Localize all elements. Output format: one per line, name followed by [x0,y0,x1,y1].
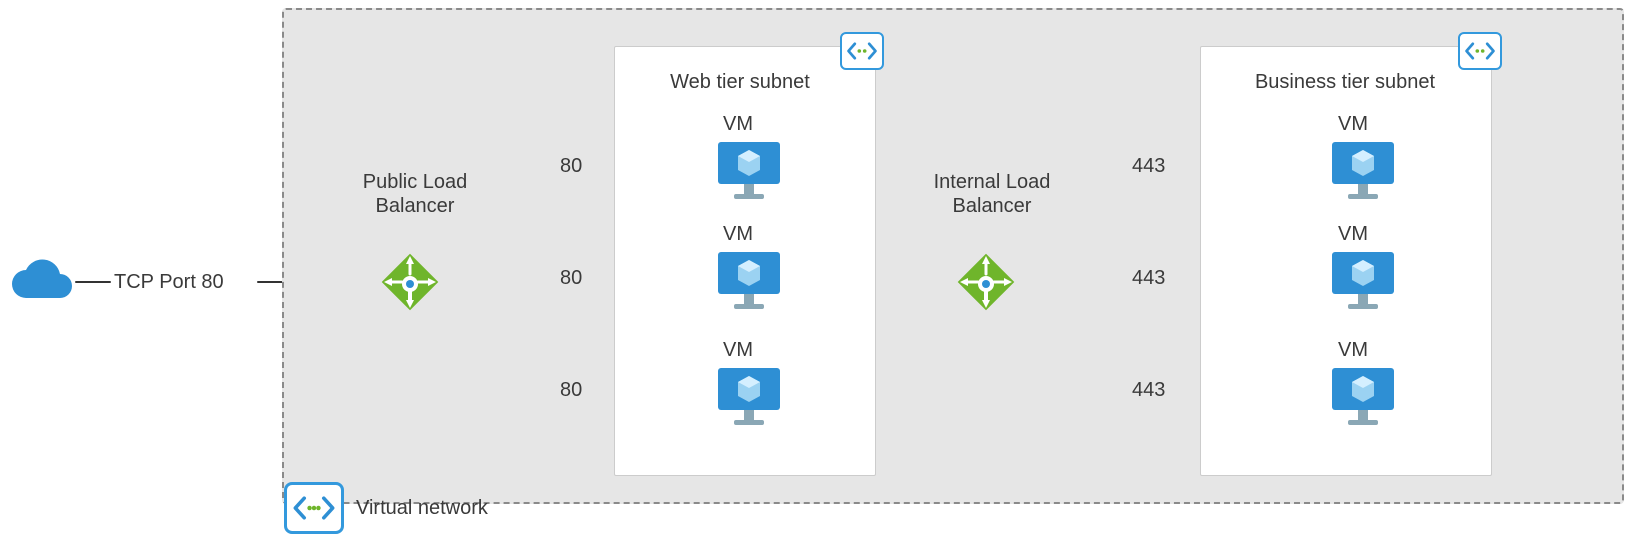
subnet-badge-icon [1458,32,1502,70]
internal-load-balancer-icon [954,250,1018,314]
business-subnet-title: Business tier subnet [1220,70,1470,94]
vnet-badge-icon [284,482,344,534]
port-label-web-3: 80 [556,378,586,402]
port-label-biz-2: 443 [1128,266,1169,290]
port-label-web-2: 80 [556,266,586,290]
vm-label-web-3: VM [723,338,753,362]
vm-icon [716,140,782,200]
subnet-badge-icon [840,32,884,70]
diagram-canvas: TCP Port 80 Public Load Balancer 80 80 8… [0,0,1628,556]
vm-label-biz-3: VM [1338,338,1368,362]
vm-label-biz-1: VM [1338,112,1368,136]
public-load-balancer-icon [378,250,442,314]
vm-icon [1330,140,1396,200]
vm-icon [1330,366,1396,426]
vm-icon [716,366,782,426]
vm-label-biz-2: VM [1338,222,1368,246]
port-label-biz-3: 443 [1128,378,1169,402]
port-label-web-1: 80 [556,154,586,178]
vm-icon [716,250,782,310]
vm-icon [1330,250,1396,310]
vm-label-web-2: VM [723,222,753,246]
web-subnet-title: Web tier subnet [630,70,850,94]
cloud-port-label: TCP Port 80 [114,270,224,294]
internal-lb-label: Internal Load Balancer [912,170,1072,218]
cloud-icon [10,258,74,300]
vnet-label: Virtual network [356,496,488,520]
port-label-biz-1: 443 [1128,154,1169,178]
public-lb-label: Public Load Balancer [340,170,490,218]
vm-label-web-1: VM [723,112,753,136]
